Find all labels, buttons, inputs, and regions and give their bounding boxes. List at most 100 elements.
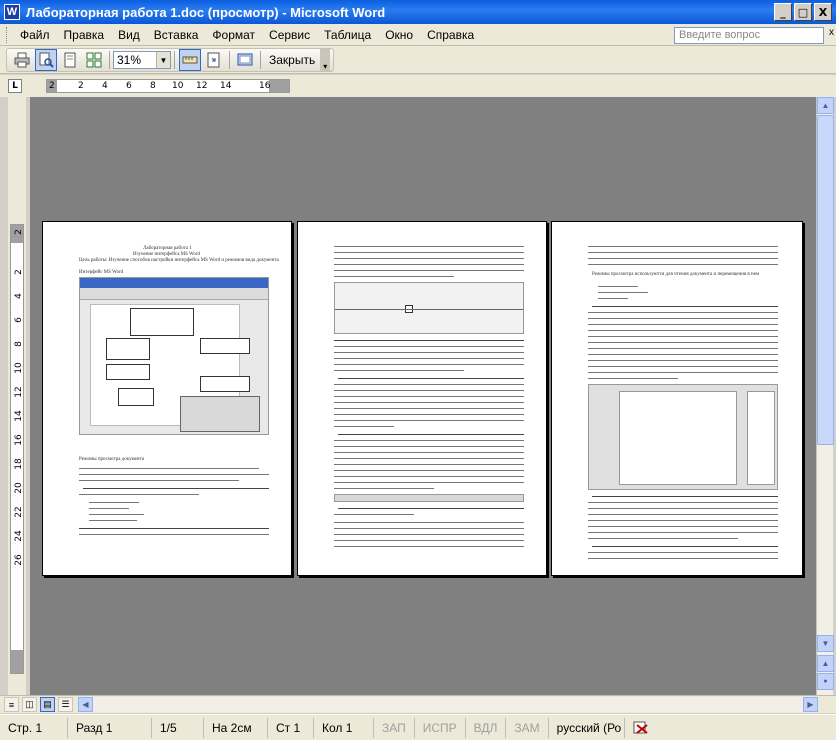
status-position[interactable]: На 2см [204, 717, 268, 738]
menu-insert[interactable]: Вставка [147, 26, 206, 44]
status-column[interactable]: Кол 1 [314, 717, 374, 738]
magnifier-icon[interactable] [35, 49, 57, 71]
chevron-down-icon[interactable]: ▼ [156, 52, 170, 68]
page1-goal: Цель работы: Изучение способов настройки… [79, 258, 279, 263]
menu-edit[interactable]: Правка [57, 26, 112, 44]
ruler-tick: 14 [14, 410, 24, 422]
menu-view[interactable]: Вид [111, 26, 147, 44]
toolbar-separator [229, 51, 230, 69]
scroll-up-icon[interactable]: ▲ [817, 97, 834, 114]
page-2[interactable] [297, 221, 547, 576]
scroll-right-icon[interactable]: ▶ [803, 697, 818, 712]
close-document-icon[interactable]: x [829, 27, 834, 38]
ruler-tick: 24 [14, 530, 24, 542]
horizontal-ruler[interactable]: 2 2 4 6 8 10 12 14 16 [46, 79, 290, 93]
spelling-check-icon[interactable] [625, 718, 659, 738]
normal-view-icon[interactable]: ≡ [4, 697, 19, 712]
select-browse-object-icon[interactable]: ● [817, 673, 834, 690]
zoom-value: 31% [117, 53, 142, 67]
page-3[interactable]: Режимы просмотра используются для чтения… [551, 221, 803, 576]
horizontal-scrollbar[interactable]: ◀ ▶ [78, 697, 818, 712]
ruler-bottom-margin [11, 650, 23, 673]
status-record-macro[interactable]: ЗАП [374, 717, 415, 738]
close-button[interactable]: X [814, 3, 832, 21]
view-bar: ≡ ◫ ▤ ☰ ◀ ▶ [0, 695, 836, 713]
multiple-pages-icon[interactable] [83, 49, 105, 71]
close-preview-button[interactable]: Закрыть [264, 53, 320, 67]
page3-heading: Режимы просмотра используются для чтения… [592, 272, 760, 277]
maximize-button[interactable]: □ [794, 3, 812, 21]
status-line[interactable]: Ст 1 [268, 717, 314, 738]
one-page-icon[interactable] [59, 49, 81, 71]
normal-view-figure [334, 282, 524, 334]
ruler-tick: 4 [102, 81, 108, 91]
ruler-tick: 6 [126, 81, 132, 91]
print-icon[interactable] [11, 49, 33, 71]
word-app-icon[interactable]: W [4, 4, 20, 20]
help-question-input[interactable]: Введите вопрос [674, 27, 824, 44]
status-bar: Стр. 1 Разд 1 1/5 На 2см Ст 1 Кол 1 ЗАП … [0, 714, 836, 740]
ruler-tick: 12 [196, 81, 208, 91]
status-track-changes[interactable]: ИСПР [415, 717, 466, 738]
ruler-tick: 16 [259, 81, 271, 91]
ruler-tick: 2 [14, 229, 24, 235]
menu-window[interactable]: Окно [378, 26, 420, 44]
page1-tool: Интерфейс MS Word [79, 270, 124, 275]
ruler-tick: 2 [14, 269, 24, 275]
toolbar-separator [260, 51, 261, 69]
minimize-button[interactable]: _ [774, 3, 792, 21]
vertical-scroll-thumb[interactable] [817, 115, 834, 445]
shrink-to-fit-icon[interactable] [203, 49, 225, 71]
vertical-ruler[interactable]: 2 2 4 6 8 10 12 14 16 18 20 22 24 26 [8, 97, 26, 695]
status-page-count[interactable]: 1/5 [152, 717, 204, 738]
ruler-tick: 10 [14, 362, 24, 374]
print-layout-icon[interactable]: ▤ [40, 697, 55, 712]
full-screen-icon[interactable] [234, 49, 256, 71]
menu-bar: Файл Правка Вид Вставка Формат Сервис Та… [0, 24, 836, 46]
menu-format[interactable]: Формат [205, 26, 262, 44]
document-workspace[interactable]: Лабораторная работа 1 Изучение интерфейс… [30, 97, 816, 695]
zoom-select[interactable]: 31% ▼ [113, 51, 171, 69]
vertical-scrollbar[interactable]: ▲ ▼ ▲ ● [816, 97, 834, 695]
page-1[interactable]: Лабораторная работа 1 Изучение интерфейс… [42, 221, 292, 576]
ruler-tick: 20 [14, 482, 24, 494]
tab-selector-button[interactable]: L [8, 79, 22, 93]
status-extend-selection[interactable]: ВДЛ [466, 717, 507, 738]
page1-section: Режимы просмотра документа [79, 457, 145, 462]
page1-subtitle: Изучение интерфейса MS Word [133, 252, 201, 257]
outline-view-icon[interactable]: ☰ [58, 697, 73, 712]
status-overtype[interactable]: ЗАМ [506, 717, 549, 738]
ruler-tick: 14 [220, 81, 232, 91]
ruler-tick: 8 [150, 81, 156, 91]
menu-help[interactable]: Справка [420, 26, 481, 44]
horizontal-ruler-row: L 2 2 4 6 8 10 12 14 16 [0, 75, 836, 97]
status-language[interactable]: русский (Ро [549, 717, 625, 738]
ruler-tick: 2 [78, 81, 84, 91]
ruler-tick: 2 [49, 81, 55, 91]
menu-table[interactable]: Таблица [317, 26, 378, 44]
ruler-tick: 10 [172, 81, 184, 91]
scroll-down-icon[interactable]: ▼ [817, 635, 834, 652]
scroll-left-icon[interactable]: ◀ [78, 697, 93, 712]
ruler-tick: 8 [14, 341, 24, 347]
preview-toolbar: 31% ▼ Закрыть ▾ [0, 46, 836, 74]
toolbar-options-icon[interactable]: ▾ [320, 49, 331, 71]
menu-tools[interactable]: Сервис [262, 26, 317, 44]
ruler-tick: 26 [14, 554, 24, 566]
reading-view-figure [588, 384, 778, 490]
web-layout-icon[interactable]: ◫ [22, 697, 37, 712]
word-interface-figure [79, 277, 269, 435]
ruler-tick: 18 [14, 458, 24, 470]
ruler-tick: 4 [14, 293, 24, 299]
menu-file[interactable]: Файл [13, 26, 57, 44]
menu-grip[interactable] [6, 26, 9, 43]
ruler-tick: 22 [14, 506, 24, 518]
ruler-tick: 12 [14, 386, 24, 398]
toolbar-separator [109, 51, 110, 69]
ruler-tick: 6 [14, 317, 24, 323]
view-ruler-icon[interactable] [179, 49, 201, 71]
ruler-tick: 16 [14, 434, 24, 446]
previous-page-icon[interactable]: ▲ [817, 655, 834, 672]
status-page[interactable]: Стр. 1 [0, 717, 68, 738]
status-section[interactable]: Разд 1 [68, 717, 152, 738]
